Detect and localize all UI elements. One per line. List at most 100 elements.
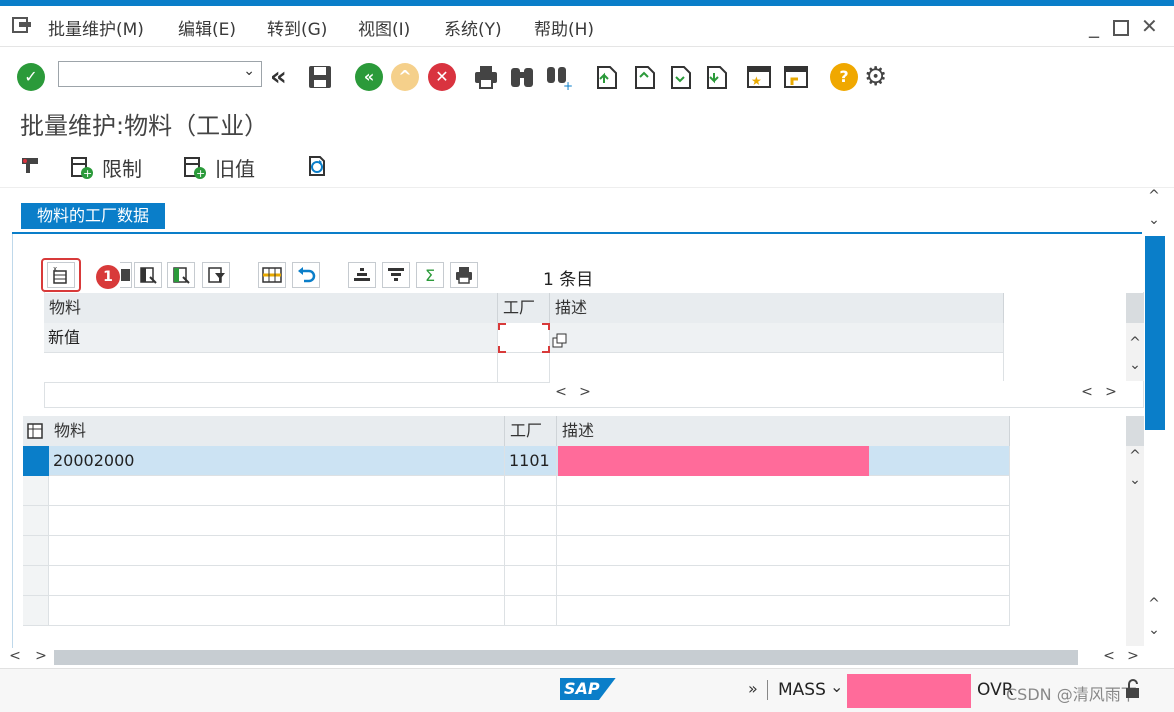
column-header-plant[interactable]: 工厂 — [498, 293, 550, 323]
close-window-icon[interactable]: ✕ — [1141, 14, 1158, 38]
print-grid-button[interactable] — [450, 262, 478, 288]
scroll-up-icon[interactable]: ^ — [1145, 188, 1163, 204]
refresh-button[interactable] — [304, 153, 328, 177]
hscroll-thumb[interactable] — [54, 650, 1078, 665]
scroll-down-icon[interactable]: ⌄ — [1145, 212, 1163, 228]
restrict-button[interactable]: + 限制 — [70, 153, 142, 182]
find-icon[interactable] — [508, 63, 536, 91]
outer-scrollbar[interactable]: ^ ⌄ ^ ⌄ — [1142, 188, 1166, 650]
tab-plant-data[interactable]: 物料的工厂数据 — [21, 203, 166, 229]
scroll-right-icon[interactable]: > — [32, 648, 50, 664]
lock-icon[interactable] — [1124, 679, 1142, 703]
table-empty-cell[interactable] — [49, 476, 505, 506]
row-selector[interactable] — [23, 446, 49, 476]
scroll-up-icon[interactable]: ^ — [1145, 596, 1163, 612]
table-row-description[interactable] — [557, 446, 1010, 476]
column-header-plant[interactable]: 工厂 — [505, 416, 557, 446]
scrollbar-thumb[interactable] — [1126, 293, 1144, 323]
menu-icon[interactable] — [12, 16, 32, 34]
scroll-left-icon[interactable]: < — [552, 384, 570, 400]
table-empty-cell[interactable] — [49, 506, 505, 536]
column-header-material[interactable]: 物料 — [44, 293, 498, 323]
table-empty-cell[interactable] — [557, 566, 1010, 596]
table-empty-cell[interactable] — [505, 596, 557, 626]
menu-mass-maintenance[interactable]: 批量维护(M) — [48, 15, 144, 40]
data-table-scrollbar[interactable]: ^ ⌄ — [1126, 416, 1144, 646]
row-selector[interactable] — [23, 566, 49, 596]
settings-gear-icon[interactable]: ⚙ — [864, 63, 892, 91]
row-selector[interactable] — [23, 476, 49, 506]
create-session-icon[interactable]: ★ — [745, 63, 773, 91]
new-value-scrollbar[interactable]: ^ ⌄ — [1126, 293, 1144, 381]
table-empty-cell[interactable] — [49, 536, 505, 566]
scroll-down-icon[interactable]: ⌄ — [1145, 622, 1163, 638]
maximize-icon[interactable] — [1113, 17, 1129, 41]
main-hscroll[interactable]: < > < > — [0, 648, 1142, 668]
chevron-down-icon[interactable]: ⌄ — [830, 677, 843, 696]
sum-button[interactable]: Σ — [416, 262, 444, 288]
next-page-icon[interactable] — [666, 63, 694, 91]
shortcut-icon[interactable] — [782, 63, 810, 91]
scrollbar-thumb[interactable] — [1145, 236, 1165, 430]
scroll-left-icon[interactable]: < — [6, 648, 24, 664]
save-icon[interactable] — [306, 63, 334, 91]
chevron-down-icon[interactable]: ⌄ — [243, 63, 255, 79]
row-selector-header[interactable] — [23, 416, 49, 446]
previous-page-icon[interactable] — [630, 63, 658, 91]
table-empty-cell[interactable] — [557, 596, 1010, 626]
row-selector[interactable] — [23, 506, 49, 536]
filter-button[interactable] — [202, 262, 230, 288]
scrollbar-thumb[interactable] — [1126, 416, 1144, 446]
program-icon-button[interactable] — [20, 153, 44, 175]
back-double-icon[interactable]: « — [270, 63, 298, 91]
table-row-plant[interactable]: 1101 — [505, 446, 557, 476]
table-empty-cell[interactable] — [49, 596, 505, 626]
table-row-material[interactable]: 20002000 — [49, 446, 505, 476]
menu-system[interactable]: 系统(Y) — [444, 15, 502, 40]
help-icon[interactable]: ? — [830, 63, 858, 91]
new-value-plant-input[interactable] — [498, 323, 550, 353]
scroll-right-icon[interactable]: > — [1124, 648, 1142, 664]
first-page-icon[interactable] — [592, 63, 620, 91]
last-page-icon[interactable] — [702, 63, 730, 91]
sort-ascending-button[interactable] — [348, 262, 376, 288]
scroll-down-icon[interactable]: ⌄ — [1126, 472, 1144, 488]
minimize-icon[interactable]: _ — [1089, 14, 1099, 38]
exit-icon[interactable]: ^ — [391, 63, 419, 91]
table-empty-cell[interactable] — [49, 566, 505, 596]
table-empty-cell[interactable] — [505, 566, 557, 596]
carry-out-mass-change-button[interactable] — [258, 262, 286, 288]
undo-button[interactable] — [292, 262, 320, 288]
status-expand-chevrons[interactable]: » — [748, 679, 758, 698]
table-empty-cell[interactable] — [557, 536, 1010, 566]
table-empty-cell[interactable] — [557, 476, 1010, 506]
menu-goto[interactable]: 转到(G) — [267, 15, 327, 40]
scroll-up-icon[interactable]: ^ — [1126, 448, 1144, 464]
scroll-right-icon[interactable]: > — [576, 384, 594, 400]
command-field[interactable]: ⌄ — [58, 61, 262, 87]
table-empty-cell[interactable] — [557, 506, 1010, 536]
scroll-up-icon[interactable]: ^ — [1126, 335, 1144, 351]
cancel-icon[interactable]: ✕ — [428, 63, 456, 91]
select-all-button[interactable]: x — [47, 262, 75, 288]
column-header-description[interactable]: 描述 — [557, 416, 1010, 446]
column-header-material[interactable]: 物料 — [49, 416, 505, 446]
new-value-hscroll[interactable]: < > < > — [550, 381, 1126, 405]
back-icon[interactable]: « — [355, 63, 383, 91]
menu-view[interactable]: 视图(I) — [358, 15, 410, 40]
menu-help[interactable]: 帮助(H) — [534, 15, 594, 40]
scroll-left-icon[interactable]: < — [1100, 648, 1118, 664]
scroll-down-icon[interactable]: ⌄ — [1126, 357, 1144, 373]
table-empty-cell[interactable] — [505, 476, 557, 506]
table-empty-cell[interactable] — [505, 536, 557, 566]
menu-edit[interactable]: 编辑(E) — [178, 15, 236, 40]
row-selector[interactable] — [23, 536, 49, 566]
column-header-description[interactable]: 描述 — [550, 293, 1004, 323]
row-selector[interactable] — [23, 596, 49, 626]
choose-column-button[interactable] — [134, 262, 162, 288]
scroll-right-icon[interactable]: > — [1102, 384, 1120, 400]
find-next-icon[interactable]: + — [545, 63, 573, 93]
enter-icon[interactable]: ✓ — [17, 63, 45, 91]
choose-block-button[interactable] — [167, 262, 195, 288]
deselect-all-button[interactable] — [120, 262, 132, 288]
